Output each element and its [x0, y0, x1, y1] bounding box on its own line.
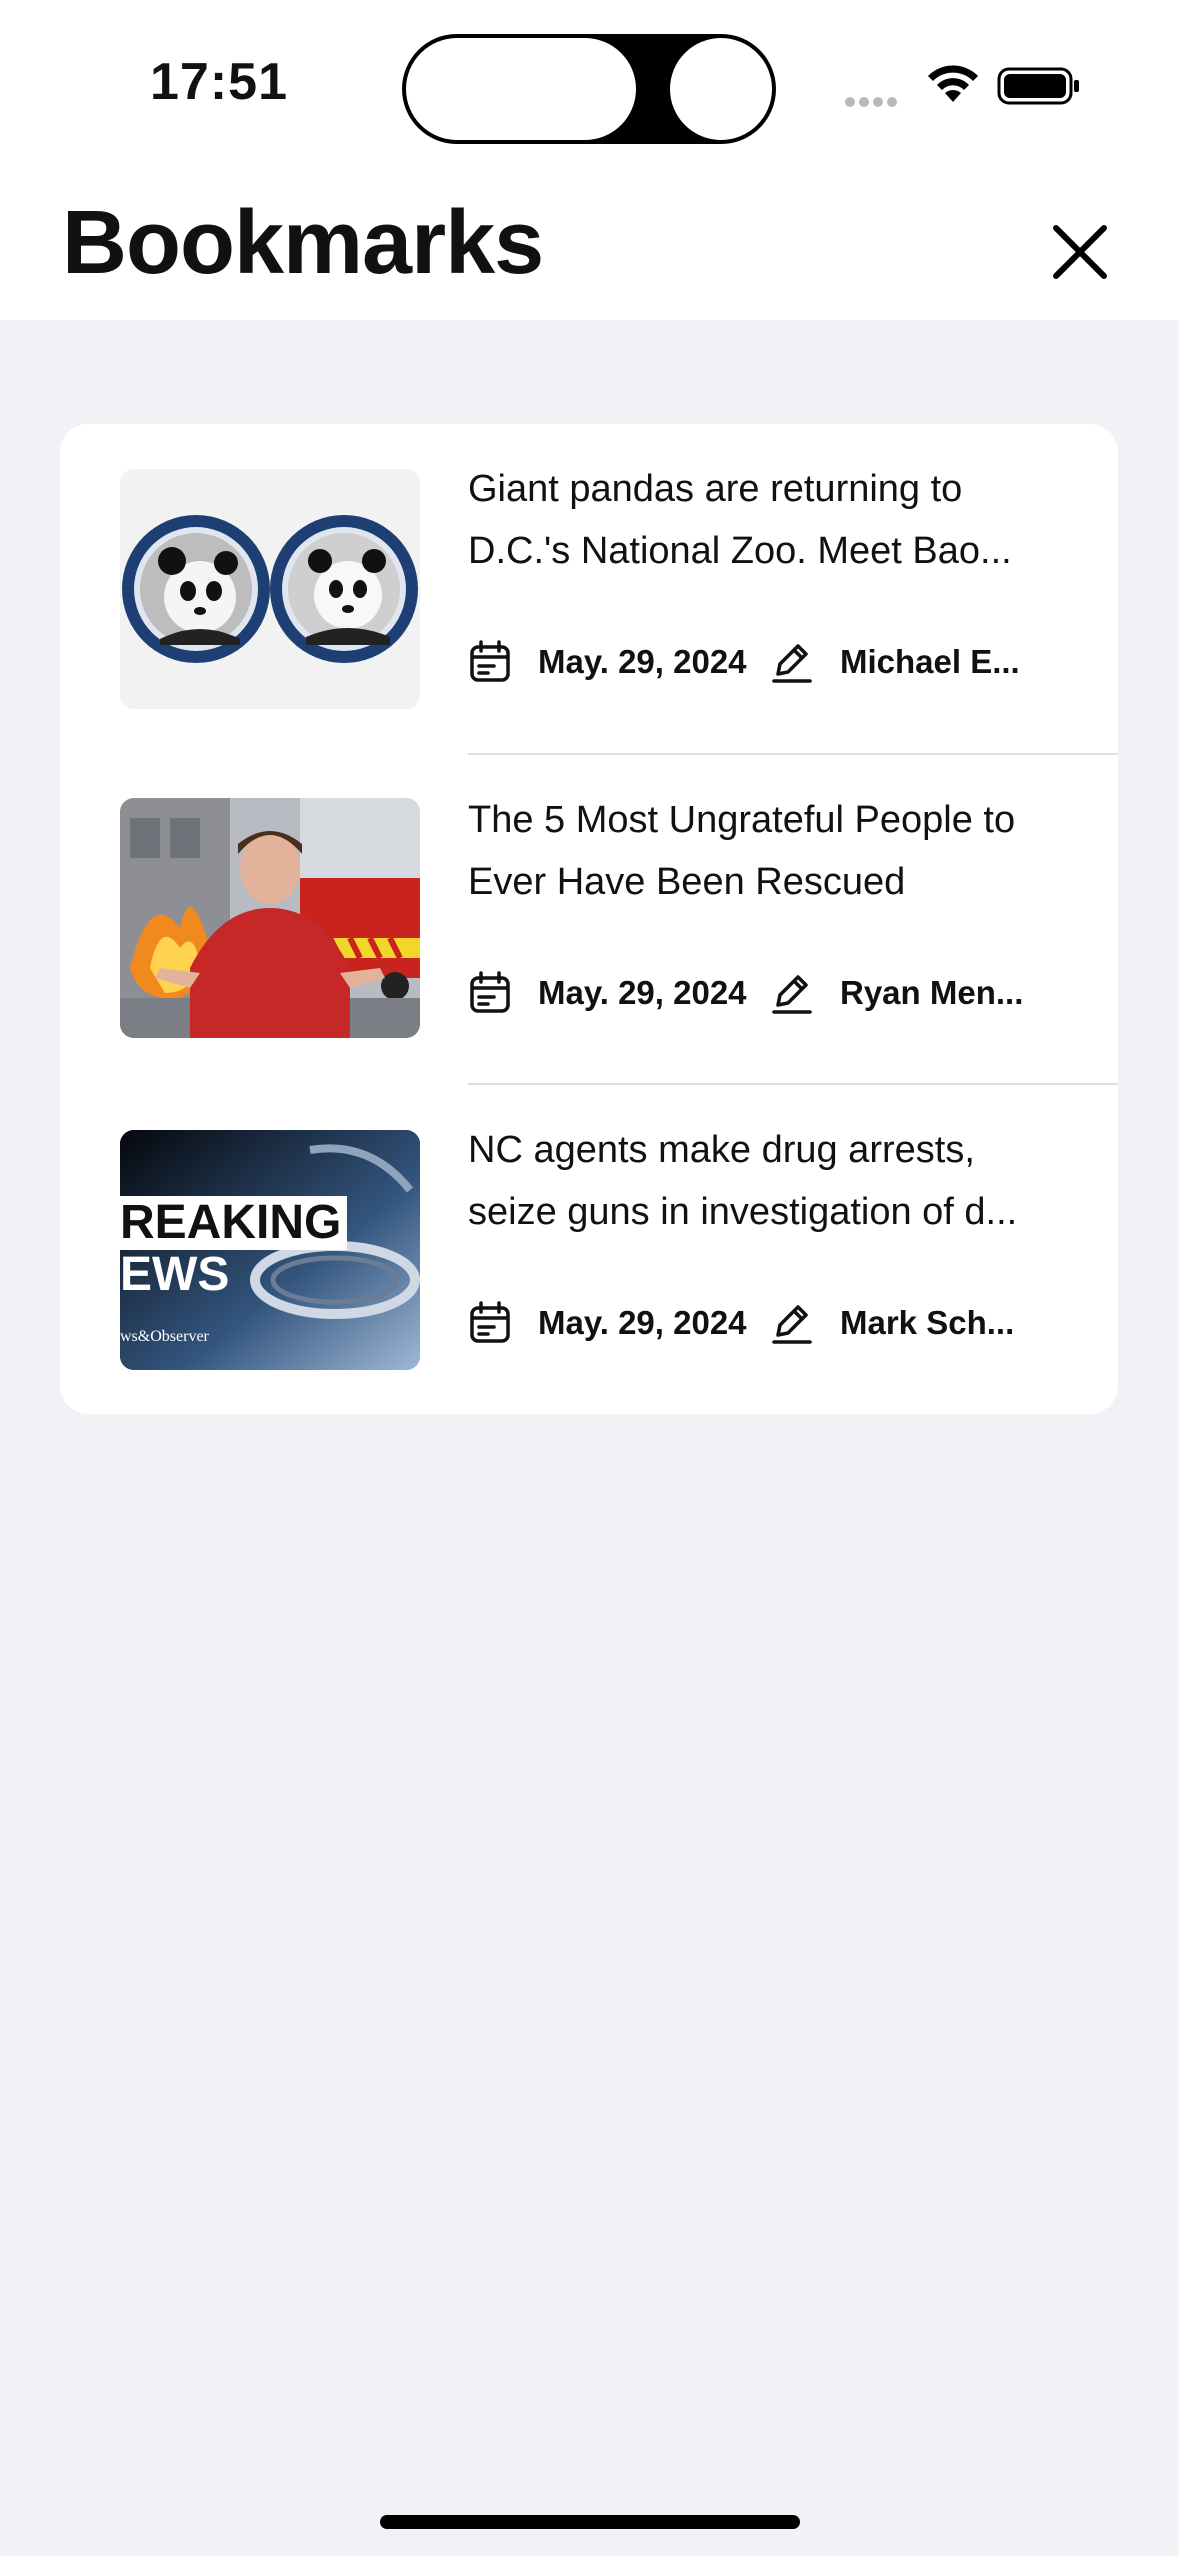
article-meta: May. 29, 2024 Mark Sch... [468, 1298, 1030, 1348]
close-button[interactable] [1046, 218, 1114, 286]
panda-image [120, 469, 420, 709]
page-title: Bookmarks [62, 193, 544, 293]
article-thumbnail [120, 798, 420, 1038]
article-date: May. 29, 2024 [538, 974, 747, 1011]
thumbnail-text: REAKING [120, 1196, 348, 1250]
pencil-icon [772, 1305, 812, 1344]
calendar-icon [470, 1301, 510, 1343]
status-icons [845, 60, 1085, 112]
calendar-icon [470, 971, 510, 1013]
bookmark-item[interactable]: The 5 Most Ungrateful People to Ever Hav… [60, 755, 1118, 1085]
article-thumbnail: REAKING EWS ws&Observer [120, 1130, 420, 1370]
pencil-icon [772, 975, 812, 1014]
article-author: Michael E... [840, 643, 1020, 680]
article-thumbnail [120, 469, 420, 709]
cellular-signal-icon [845, 94, 901, 112]
header: 17:51 Bookmarks [0, 0, 1179, 320]
home-indicator[interactable] [380, 2515, 800, 2529]
pencil-icon [772, 644, 812, 683]
article-author: Mark Sch... [840, 1304, 1015, 1341]
close-icon [1053, 225, 1107, 279]
bookmark-item[interactable]: REAKING EWS ws&Observer NC agents make d… [60, 1085, 1118, 1414]
article-meta: May. 29, 2024 Ryan Men... [468, 968, 1030, 1018]
article-author: Ryan Men... [840, 974, 1024, 1011]
wifi-icon [928, 65, 978, 102]
thumbnail-source: ws&Observer [120, 1328, 209, 1345]
article-title: Giant pandas are returning to D.C.'s Nat… [468, 468, 1012, 572]
thumbnail-text: EWS [120, 1248, 230, 1301]
bookmark-item[interactable]: Giant pandas are returning to D.C.'s Nat… [60, 424, 1118, 754]
status-time: 17:51 [150, 53, 288, 111]
rescue-image [120, 798, 420, 1038]
dynamic-island [402, 34, 776, 144]
calendar-icon [470, 640, 510, 682]
article-date: May. 29, 2024 [538, 643, 747, 680]
battery-icon [997, 67, 1079, 105]
bookmarks-list: Giant pandas are returning to D.C.'s Nat… [60, 424, 1118, 1414]
article-title: NC agents make drug arrests, seize guns … [468, 1129, 1018, 1233]
article-date: May. 29, 2024 [538, 1304, 747, 1341]
bookmarks-screen: 17:51 Bookmarks Giant pandas are returni… [0, 0, 1179, 2556]
article-title: The 5 Most Ungrateful People to Ever Hav… [468, 799, 1016, 903]
article-meta: May. 29, 2024 Michael E... [468, 637, 1030, 687]
